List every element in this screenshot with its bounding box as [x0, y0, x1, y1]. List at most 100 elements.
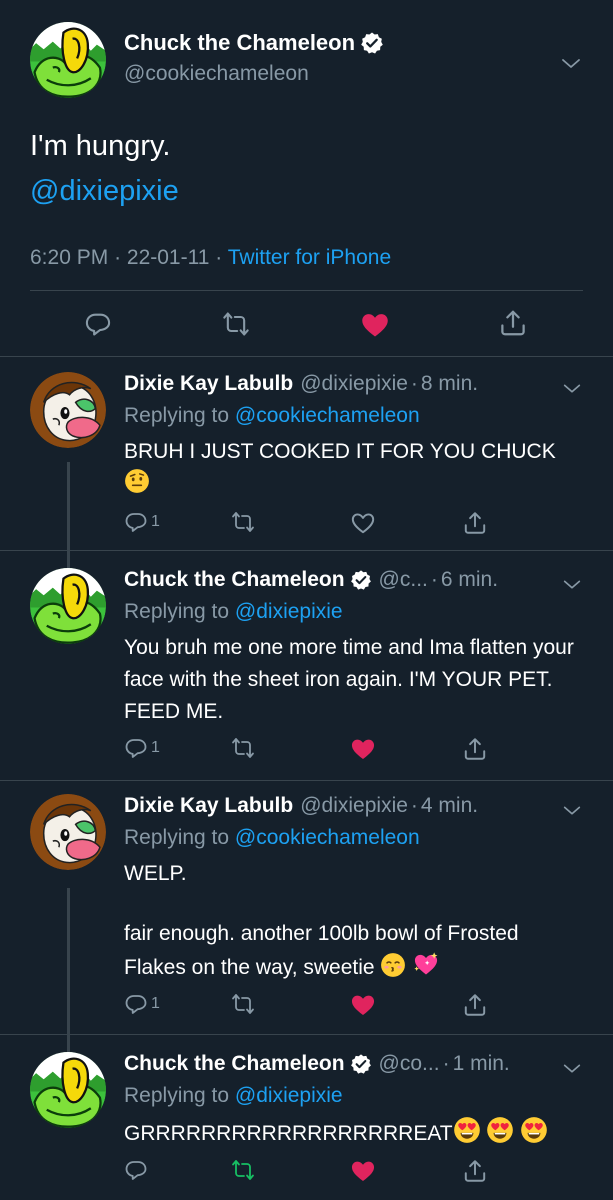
author-avatar[interactable]	[30, 1052, 106, 1128]
reply-icon	[84, 310, 112, 338]
tweet-text-content: GRRRRRRRRRRRRRRRRRREAT	[124, 1122, 453, 1145]
reply-button[interactable]: 1	[124, 510, 160, 534]
author-name[interactable]: Chuck the Chameleon	[124, 30, 355, 56]
like-button[interactable]	[350, 736, 376, 762]
heart-icon	[350, 736, 376, 762]
meta-separator: ·	[430, 568, 438, 591]
share-button[interactable]	[462, 1158, 488, 1184]
reply-icon	[124, 510, 148, 534]
author-avatar[interactable]	[30, 568, 106, 644]
reply-header: Dixie Kay Labulb @dixiepixie · 4 min.	[124, 794, 543, 818]
replying-to-label: Replying to	[124, 404, 230, 427]
tweet-actions: 1	[0, 992, 613, 1022]
heart-eyes-emoji	[453, 1116, 481, 1144]
tweet-text: WELP. fair enough. another 100lb bowl of…	[124, 858, 584, 984]
dixie-avatar-image	[30, 794, 106, 870]
reply-tweet[interactable]: Chuck the Chameleon @c... · 6 min. Reply…	[0, 568, 613, 782]
chevron-down-icon[interactable]	[561, 574, 583, 596]
like-button[interactable]	[350, 992, 376, 1018]
reply-tweet[interactable]: Dixie Kay Labulb @dixiepixie · 4 min. Re…	[0, 794, 613, 1030]
share-icon	[462, 1158, 488, 1184]
chameleon-avatar-image	[30, 22, 106, 98]
retweet-button[interactable]	[230, 992, 256, 1016]
reply-count: 1	[151, 739, 160, 756]
chevron-down-icon[interactable]	[561, 378, 583, 400]
reply-tweet[interactable]: Chuck the Chameleon @co... · 1 min. Repl…	[0, 1052, 613, 1200]
retweet-icon	[230, 736, 256, 760]
like-button[interactable]	[350, 510, 376, 536]
replying-to-link[interactable]: @cookiechameleon	[235, 404, 420, 427]
heart-icon	[350, 992, 376, 1018]
author-name[interactable]: Chuck the Chameleon	[124, 1052, 345, 1076]
share-icon	[498, 308, 528, 338]
chevron-down-icon[interactable]	[559, 52, 583, 76]
meta-separator: ·	[410, 794, 418, 817]
chevron-down-icon[interactable]	[561, 800, 583, 822]
replying-to-label: Replying to	[124, 826, 230, 849]
author-name[interactable]: Dixie Kay Labulb	[124, 372, 293, 396]
tweet-source-link[interactable]: Twitter for iPhone	[228, 246, 391, 269]
verified-badge-icon	[360, 31, 384, 55]
replying-to-link[interactable]: @dixiepixie	[235, 1084, 343, 1107]
replying-to-link[interactable]: @dixiepixie	[235, 600, 343, 623]
retweet-button[interactable]	[221, 310, 251, 338]
heart-icon	[360, 310, 390, 340]
heart-icon	[350, 1158, 376, 1184]
verified-badge-icon	[350, 569, 372, 591]
divider	[0, 1034, 613, 1035]
like-button[interactable]	[350, 1158, 376, 1184]
reply-button[interactable]	[84, 310, 112, 338]
replying-to-link[interactable]: @cookiechameleon	[235, 826, 420, 849]
author-name[interactable]: Chuck the Chameleon	[124, 568, 345, 592]
tweet-time: 8 min.	[420, 372, 479, 395]
author-handle[interactable]: @cookiechameleon	[124, 62, 309, 86]
reply-header: Chuck the Chameleon @co... · 1 min.	[124, 1052, 543, 1076]
author-name-row[interactable]: Chuck the Chameleon	[124, 30, 384, 56]
retweet-icon	[230, 992, 256, 1016]
replying-to: Replying to @cookiechameleon	[124, 826, 420, 850]
author-handle[interactable]: @dixiepixie	[300, 794, 408, 818]
tweet-time: 4 min.	[420, 794, 479, 817]
tweet-actions: 1	[0, 736, 613, 766]
author-avatar[interactable]	[30, 794, 106, 870]
retweet-button[interactable]	[230, 1158, 256, 1182]
share-button[interactable]	[498, 308, 528, 338]
author-avatar[interactable]	[30, 372, 106, 448]
tweet-actions: 1	[0, 510, 613, 540]
reply-tweet[interactable]: Dixie Kay Labulb @dixiepixie · 8 min. Re…	[0, 372, 613, 548]
share-button[interactable]	[462, 736, 488, 762]
tweet-time: 6 min.	[440, 568, 499, 591]
reply-button[interactable]: 1	[124, 736, 160, 760]
meta-separator: ·	[215, 246, 223, 269]
author-name[interactable]: Dixie Kay Labulb	[124, 794, 293, 818]
author-avatar[interactable]	[30, 22, 106, 98]
retweet-icon	[230, 510, 256, 534]
like-button[interactable]	[360, 310, 390, 340]
tweet-mention-link[interactable]: @dixiepixie	[30, 175, 179, 208]
chevron-down-icon[interactable]	[561, 1058, 583, 1080]
divider	[0, 356, 613, 357]
author-handle[interactable]: @dixiepixie	[300, 372, 408, 396]
divider	[0, 780, 613, 781]
share-icon	[462, 510, 488, 536]
verified-badge-icon	[350, 1053, 372, 1075]
reply-button[interactable]	[124, 1158, 151, 1182]
tweet-text-content: fair enough. another 100lb bowl of Frost…	[124, 922, 519, 979]
share-button[interactable]	[462, 510, 488, 536]
reply-icon	[124, 992, 148, 1016]
sparkling-heart-emoji	[412, 950, 440, 978]
chameleon-avatar-image	[30, 568, 106, 644]
author-handle[interactable]: @co...	[379, 1052, 440, 1076]
retweet-button[interactable]	[230, 510, 256, 534]
replying-to: Replying to @dixiepixie	[124, 1084, 343, 1108]
divider	[30, 290, 583, 291]
heart-eyes-emoji	[520, 1116, 548, 1144]
tweet-text-line: WELP.	[124, 862, 187, 885]
heart-eyes-emoji	[486, 1116, 514, 1144]
author-handle[interactable]: @c...	[379, 568, 428, 592]
reply-button[interactable]: 1	[124, 992, 160, 1016]
retweet-button[interactable]	[230, 736, 256, 760]
reply-count: 1	[151, 513, 160, 530]
share-button[interactable]	[462, 992, 488, 1018]
